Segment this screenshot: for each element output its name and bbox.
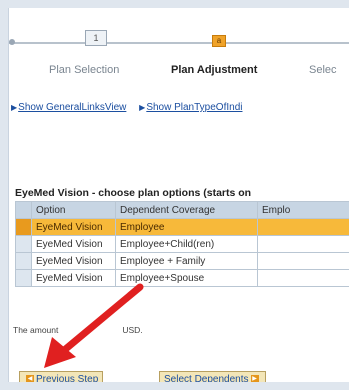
option-cell: EyeMed Vision	[31, 235, 116, 253]
table-row[interactable]: EyeMed Vision Employee	[15, 218, 349, 236]
coverage-cell: Employee	[115, 218, 258, 236]
roadmap-track	[9, 42, 349, 44]
employee-cost-cell	[257, 252, 349, 270]
view-links: ▶Show GeneralLinksView ▶Show PlanTypeOfI…	[11, 102, 252, 113]
show-general-links-link[interactable]: Show GeneralLinksView	[18, 102, 126, 113]
option-cell: EyeMed Vision	[31, 252, 116, 270]
row-selector[interactable]	[15, 218, 32, 236]
section-title: EyeMed Vision - choose plan options (sta…	[15, 187, 252, 199]
amount-note: The amount USD.	[13, 325, 143, 335]
roadmap-start-dot	[9, 39, 15, 45]
roadmap-step-plan-selection[interactable]: Plan Selection	[49, 64, 119, 76]
column-header-option: Option	[31, 201, 116, 219]
show-plan-type-link[interactable]: Show PlanTypeOfIndi	[146, 102, 242, 113]
plan-options-table: Option Dependent Coverage Emplo EyeMed V…	[15, 201, 349, 287]
previous-step-button[interactable]: ◀ Previous Step	[19, 371, 104, 382]
roadmap-step-2-marker[interactable]: a	[212, 35, 226, 47]
previous-step-label: Previous Step	[36, 374, 99, 382]
roadmap-step-1-marker[interactable]: 1	[85, 30, 107, 46]
employee-cost-cell	[257, 218, 349, 236]
coverage-cell: Employee+Spouse	[115, 269, 258, 287]
row-selector[interactable]	[15, 269, 32, 287]
triangle-right-icon: ▶	[11, 103, 18, 112]
column-header-employee: Emplo	[257, 201, 349, 219]
arrow-right-icon: ▶	[250, 375, 259, 382]
roadmap-step-plan-adjustment[interactable]: Plan Adjustment	[171, 64, 257, 76]
table-row[interactable]: EyeMed Vision Employee + Family	[15, 252, 349, 270]
column-header-dependent-coverage: Dependent Coverage	[115, 201, 258, 219]
triangle-right-icon: ▶	[139, 103, 146, 112]
arrow-left-icon: ◀	[26, 375, 34, 382]
roadmap-step-next[interactable]: Selec	[309, 64, 337, 76]
option-cell: EyeMed Vision	[31, 269, 116, 287]
table-row[interactable]: EyeMed Vision Employee+Spouse	[15, 269, 349, 287]
option-cell: EyeMed Vision	[31, 218, 116, 236]
coverage-cell: Employee + Family	[115, 252, 258, 270]
row-selector[interactable]	[15, 235, 32, 253]
note-left-text: The amount	[13, 325, 59, 335]
table-header: Option Dependent Coverage Emplo	[15, 201, 349, 219]
table-row[interactable]: EyeMed Vision Employee+Child(ren)	[15, 235, 349, 253]
select-dependents-label: Select Dependents	[164, 374, 249, 382]
benefits-enrollment-panel: 1 a Plan Selection Plan Adjustment Selec…	[8, 8, 349, 382]
coverage-cell: Employee+Child(ren)	[115, 235, 258, 253]
employee-cost-cell	[257, 235, 349, 253]
note-right-text: USD.	[122, 325, 143, 335]
row-selector[interactable]	[15, 252, 32, 270]
employee-cost-cell	[257, 269, 349, 287]
select-column-header	[15, 201, 32, 219]
select-dependents-button[interactable]: Select Dependents ▶	[159, 371, 266, 382]
